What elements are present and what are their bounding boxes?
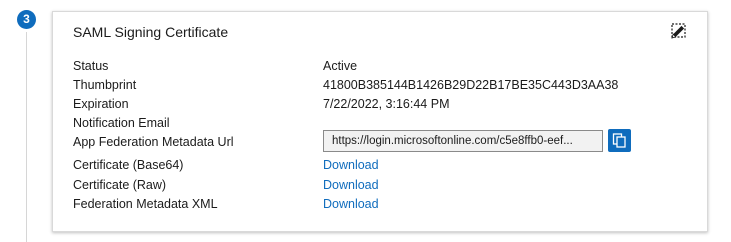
step-number-badge: 3 — [17, 10, 36, 29]
federation-metadata-xml-row: Federation Metadata XML Download — [73, 194, 693, 214]
download-certificate-base64-link[interactable]: Download — [323, 155, 379, 175]
thumbprint-label: Thumbprint — [73, 78, 137, 92]
pencil-icon — [671, 23, 686, 39]
status-row: Status Active — [73, 56, 693, 76]
download-federation-metadata-xml-link[interactable]: Download — [323, 194, 379, 214]
metadata-url-label: App Federation Metadata Url — [73, 135, 234, 149]
thumbprint-value: 41800B385144B1426B29D22B17BE35C443D3AA38 — [323, 78, 619, 92]
edit-button[interactable] — [668, 22, 688, 42]
status-value: Active — [323, 59, 358, 73]
step-connector-line — [26, 32, 27, 242]
card-title: SAML Signing Certificate — [73, 24, 229, 40]
expiration-label: Expiration — [73, 97, 129, 111]
expiration-value: 7/22/2022, 3:16:44 PM — [323, 97, 450, 111]
certificate-base64-label: Certificate (Base64) — [73, 158, 184, 172]
saml-signing-certificate-card: SAML Signing Certificate Status Active T… — [52, 11, 708, 232]
certificate-raw-row: Certificate (Raw) Download — [73, 175, 693, 195]
expiration-row: Expiration 7/22/2022, 3:16:44 PM — [73, 94, 693, 114]
copy-to-clipboard-button[interactable] — [608, 129, 631, 152]
notification-email-label: Notification Email — [73, 116, 170, 130]
federation-metadata-xml-label: Federation Metadata XML — [73, 197, 218, 211]
copy-icon — [612, 133, 626, 148]
download-certificate-raw-link[interactable]: Download — [323, 175, 379, 195]
certificate-base64-row: Certificate (Base64) Download — [73, 155, 693, 175]
metadata-url-field[interactable]: https://login.microsoftonline.com/c5e8ff… — [323, 130, 603, 152]
thumbprint-row: Thumbprint 41800B385144B1426B29D22B17BE3… — [73, 75, 693, 95]
certificate-raw-label: Certificate (Raw) — [73, 178, 167, 192]
status-label: Status — [73, 59, 109, 73]
metadata-url-row: App Federation Metadata Url https://logi… — [73, 129, 693, 152]
